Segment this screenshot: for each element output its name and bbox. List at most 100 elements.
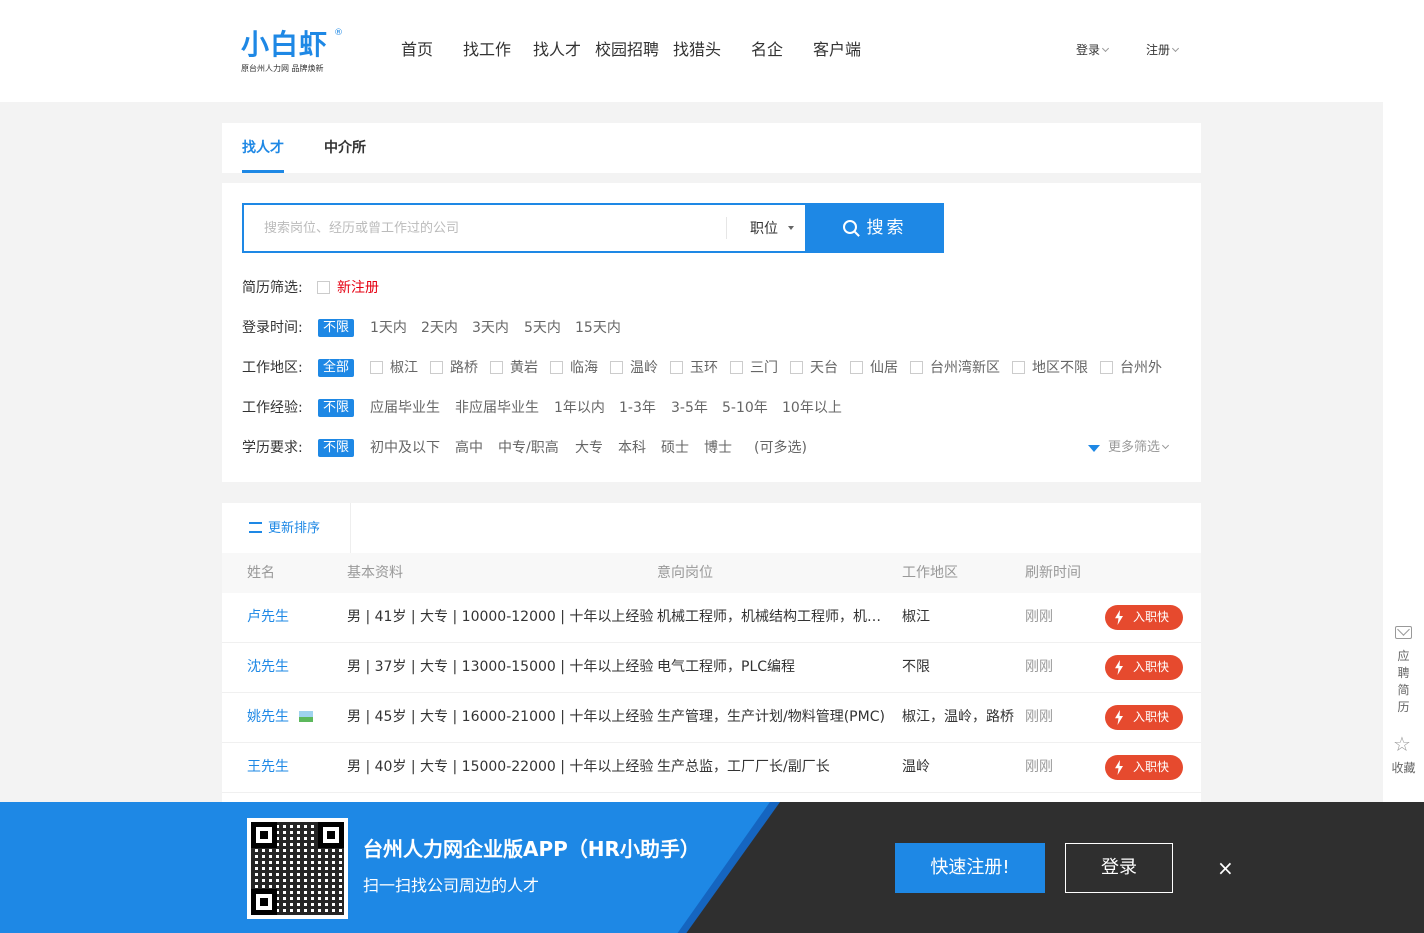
table-row[interactable]: 卢先生 男 | 41岁 | 大专 | 10000-12000 | 十年以上经验 …	[222, 593, 1201, 643]
fast-onboard-badge: 入职快	[1105, 705, 1183, 730]
table-row[interactable]: 沈先生 男 | 37岁 | 大专 | 13000-15000 | 十年以上经验 …	[222, 643, 1201, 693]
search-type-select[interactable]: 职位	[750, 219, 794, 239]
filter-option-area[interactable]: 临海	[570, 357, 598, 379]
banner-login-button[interactable]: 登录	[1065, 843, 1173, 893]
sidebar-resume-button[interactable]: 应 聘 简 历	[1383, 622, 1424, 717]
table-row[interactable]: 王先生 男 | 40岁 | 大专 | 15000-22000 | 十年以上经验 …	[222, 743, 1201, 793]
area-checkbox[interactable]	[370, 361, 383, 374]
filter-option-experience[interactable]: 5-10年	[722, 397, 768, 419]
filter-option-login-time[interactable]: 15天内	[575, 317, 621, 339]
sidebar-collect-label: 收藏	[1391, 761, 1416, 775]
filter-option-area[interactable]: 椒江	[390, 357, 418, 379]
filter-option-experience[interactable]: 10年以上	[782, 397, 842, 419]
area-checkbox[interactable]	[790, 361, 803, 374]
filter-option-area[interactable]: 路桥	[450, 357, 478, 379]
candidate-profile: 男 | 37岁 | 大专 | 13000-15000 | 十年以上经验	[347, 659, 654, 675]
filter-option-education[interactable]: 大专	[575, 437, 603, 459]
area-checkbox[interactable]	[1012, 361, 1025, 374]
candidate-area: 温岭	[902, 759, 930, 775]
results-panel: 更新排序 姓名 基本资料 意向岗位 工作地区 刷新时间 卢先生 男 | 41岁 …	[222, 503, 1201, 802]
area-checkbox[interactable]	[910, 361, 923, 374]
sort-divider	[350, 503, 351, 553]
nav-find-job[interactable]: 找工作	[463, 39, 511, 61]
filter-option-new-register[interactable]: 新注册	[337, 277, 379, 299]
badge-label: 入职快	[1133, 760, 1170, 774]
search-divider	[726, 217, 727, 239]
tab-agency[interactable]: 中介所	[324, 137, 366, 159]
filter-selected-experience[interactable]: 不限	[318, 399, 355, 417]
quick-register-button[interactable]: 快速注册!	[895, 843, 1045, 893]
search-placeholder: 搜索岗位、经历或曾工作过的公司	[264, 221, 460, 236]
candidate-profile: 男 | 41岁 | 大专 | 10000-12000 | 十年以上经验	[347, 609, 654, 625]
tabs-panel: 找人才 中介所	[222, 123, 1201, 173]
sidebar-resume-char: 聘	[1397, 666, 1410, 680]
filter-option-area[interactable]: 玉环	[690, 357, 718, 379]
filter-option-experience[interactable]: 1年以内	[554, 397, 605, 419]
filter-selected-education[interactable]: 不限	[318, 439, 355, 457]
tab-find-talent[interactable]: 找人才	[242, 137, 284, 159]
search-button[interactable]: 搜索	[805, 203, 944, 253]
filter-option-login-time[interactable]: 3天内	[472, 317, 509, 339]
filter-option-experience[interactable]: 1-3年	[619, 397, 656, 419]
filter-option-login-time[interactable]: 1天内	[370, 317, 407, 339]
sidebar-resume-char: 历	[1397, 700, 1410, 714]
area-checkbox[interactable]	[670, 361, 683, 374]
nav-campus[interactable]: 校园招聘	[595, 39, 659, 61]
filter-option-experience[interactable]: 非应届毕业生	[455, 397, 539, 419]
filter-option-education[interactable]: 硕士	[661, 437, 689, 459]
filter-option-area[interactable]: 仙居	[870, 357, 898, 379]
filter-option-area[interactable]: 温岭	[630, 357, 658, 379]
site-logo[interactable]: 小白虾 ® 原台州人力网 品牌焕新	[241, 28, 351, 76]
sort-by-update-button[interactable]: 更新排序	[249, 520, 320, 538]
qr-code	[247, 818, 348, 919]
filter-option-education[interactable]: 高中	[455, 437, 483, 459]
candidate-name-with-photo[interactable]: 姚先生	[247, 707, 313, 727]
sidebar-collect-button[interactable]: ☆ 收藏	[1383, 734, 1424, 779]
area-checkbox[interactable]	[550, 361, 563, 374]
nav-famous-companies[interactable]: 名企	[751, 39, 783, 61]
area-checkbox[interactable]	[1100, 361, 1113, 374]
register-label: 注册	[1146, 43, 1171, 57]
nav-client[interactable]: 客户端	[813, 39, 861, 61]
filter-option-area[interactable]: 台州湾新区	[930, 357, 1000, 379]
banner-title: 台州人力网企业版APP（HR小助手）	[363, 837, 700, 861]
filter-option-education[interactable]: 中专/职高	[498, 437, 559, 459]
banner-subtitle: 扫一扫找公司周边的人才	[363, 876, 540, 895]
nav-find-talent[interactable]: 找人才	[533, 39, 581, 61]
filter-option-area[interactable]: 地区不限	[1032, 357, 1088, 379]
candidate-name[interactable]: 王先生	[247, 757, 289, 777]
filter-option-area[interactable]: 台州外	[1120, 357, 1162, 379]
filter-option-education[interactable]: 博士	[704, 437, 732, 459]
candidate-profile: 男 | 40岁 | 大专 | 15000-22000 | 十年以上经验	[347, 759, 654, 775]
area-checkbox[interactable]	[490, 361, 503, 374]
filter-option-login-time[interactable]: 2天内	[421, 317, 458, 339]
filter-option-education[interactable]: 本科	[618, 437, 646, 459]
login-menu[interactable]: 登录	[1076, 42, 1110, 58]
checkbox-new-register[interactable]	[317, 281, 330, 294]
filter-option-login-time[interactable]: 5天内	[524, 317, 561, 339]
table-row[interactable]: 姚先生 男 | 45岁 | 大专 | 16000-21000 | 十年以上经验 …	[222, 693, 1201, 743]
candidate-name[interactable]: 卢先生	[247, 607, 289, 627]
filter-option-area[interactable]: 三门	[750, 357, 778, 379]
filter-option-area[interactable]: 天台	[810, 357, 838, 379]
area-checkbox[interactable]	[430, 361, 443, 374]
more-filters-label: 更多筛选	[1108, 440, 1161, 455]
candidate-name[interactable]: 沈先生	[247, 657, 289, 677]
filter-label-area: 工作地区:	[242, 360, 303, 376]
nav-home[interactable]: 首页	[401, 39, 433, 61]
filter-selected-login-time[interactable]: 不限	[318, 319, 355, 337]
filter-option-education[interactable]: 初中及以下	[370, 437, 440, 459]
area-checkbox[interactable]	[610, 361, 623, 374]
register-menu[interactable]: 注册	[1146, 42, 1180, 58]
more-filters-button[interactable]: 更多筛选	[1088, 437, 1170, 459]
area-checkbox[interactable]	[850, 361, 863, 374]
mail-icon	[1395, 626, 1412, 639]
filter-option-experience[interactable]: 3-5年	[671, 397, 708, 419]
filter-option-area[interactable]: 黄岩	[510, 357, 538, 379]
close-icon[interactable]: ×	[1217, 857, 1234, 879]
filter-selected-area[interactable]: 全部	[318, 359, 355, 377]
area-checkbox[interactable]	[730, 361, 743, 374]
filter-option-experience[interactable]: 应届毕业生	[370, 397, 440, 419]
nav-headhunter[interactable]: 找猎头	[673, 39, 721, 61]
search-filter-panel: 搜索岗位、经历或曾工作过的公司 职位 搜索 简历筛选: 新注册 登录时间: 不限…	[222, 183, 1201, 482]
